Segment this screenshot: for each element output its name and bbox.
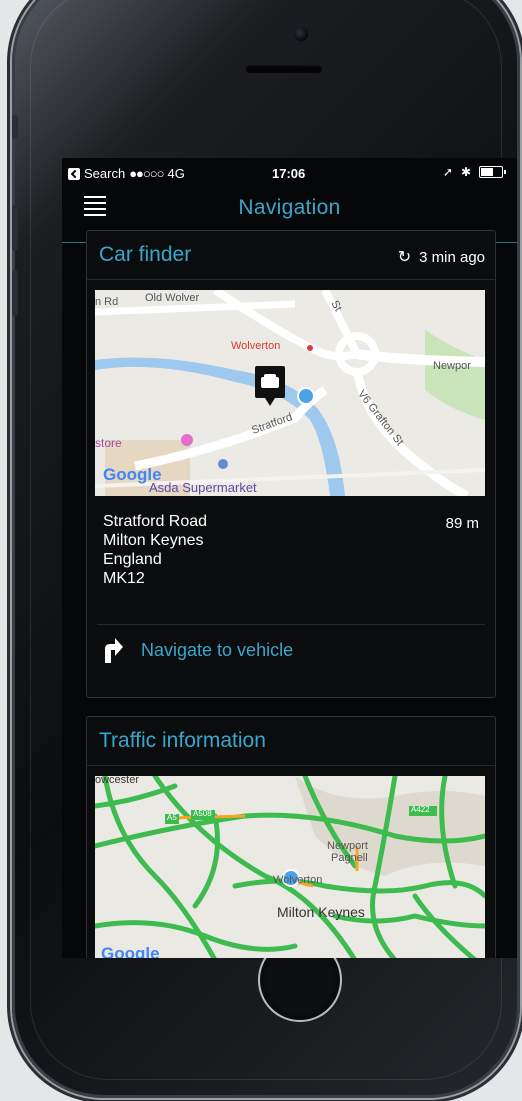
map-label-city: Milton Keynes (277, 904, 365, 920)
map-label-store: store (95, 436, 122, 450)
road-shield: A422 (411, 805, 430, 814)
traffic-card: Traffic information owcester A5 A508 A42… (86, 716, 496, 958)
turn-right-arrow-icon (105, 638, 123, 663)
bluetooth-icon: ✱ (460, 165, 471, 179)
map-label-station: Wolverton (231, 340, 281, 352)
status-right: ➚ ✱ (442, 165, 506, 179)
app-screen: Search ●●○○○ 4G 17:06 ➚ ✱ Navigation Car… (62, 158, 517, 958)
map-label-town: Newport (327, 840, 368, 852)
last-updated: 3 min ago (419, 248, 485, 266)
traffic-header: Traffic information (87, 717, 495, 766)
road-shield: A5 (167, 813, 177, 822)
traffic-map[interactable]: owcester A5 A508 A422 Newport Pagnell Wo… (95, 776, 485, 958)
mute-switch (12, 115, 18, 139)
google-logo: Google (103, 465, 162, 484)
map-label-asda: Asda Supermarket (149, 480, 257, 495)
car-distance: 89 m (445, 515, 479, 532)
google-logo: Google (101, 944, 160, 958)
status-left: Search ●●○○○ 4G (68, 166, 185, 181)
car-finder-title: Car finder (99, 243, 192, 266)
car-address: Stratford Road Milton Keynes England MK1… (87, 496, 495, 624)
navigate-to-vehicle-button[interactable]: Navigate to vehicle (87, 625, 495, 675)
volume-down-button (12, 270, 18, 316)
volume-up-button (12, 205, 18, 251)
map-label-town: Wolverton (273, 874, 323, 886)
page-title: Navigation (238, 196, 341, 219)
address-line: Stratford Road (103, 513, 208, 530)
traffic-title: Traffic information (99, 729, 266, 752)
status-bar: Search ●●○○○ 4G 17:06 ➚ ✱ (62, 158, 517, 186)
back-to-app-icon[interactable] (68, 167, 80, 180)
car-finder-header: Car finder ↻ 3 min ago (87, 231, 495, 280)
map-label-road: Old Wolver (145, 292, 200, 304)
traffic-map-svg (95, 776, 485, 958)
signal-strength-icon: ●●○○○ (129, 166, 164, 181)
map-label-road: n Rd (95, 296, 119, 308)
road-shield: A508 (193, 809, 212, 818)
network-type: 4G (167, 166, 185, 181)
navigate-to-vehicle-label: Navigate to vehicle (141, 640, 294, 660)
battery-icon (479, 166, 506, 178)
address-line: MK12 (103, 570, 145, 587)
car-finder-card: Car finder ↻ 3 min ago n Rd Old Wolver W… (86, 230, 496, 698)
car-location-map[interactable]: n Rd Old Wolver Wolverton Newpor Stratfo… (95, 290, 485, 496)
location-arrow-icon: ➚ (442, 165, 453, 179)
refresh-icon: ↻ (397, 249, 412, 266)
map-label-town: Newpor (433, 360, 471, 372)
earpiece-speaker (246, 65, 322, 73)
front-camera (294, 27, 308, 41)
refresh-button[interactable]: ↻ 3 min ago (398, 247, 485, 267)
back-app-label[interactable]: Search (84, 166, 125, 181)
address-line: Milton Keynes (103, 532, 204, 549)
status-time: 17:06 (272, 166, 306, 181)
map-label-town: Pagnell (331, 852, 368, 864)
map-label-town: owcester (95, 776, 140, 786)
address-line: England (103, 551, 162, 568)
